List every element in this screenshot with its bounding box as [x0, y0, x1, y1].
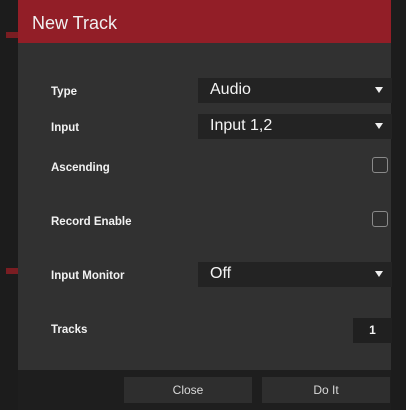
- do-it-button[interactable]: Do It: [262, 377, 390, 403]
- ascending-label: Ascending: [51, 162, 110, 174]
- dialog-title: New Track: [32, 13, 118, 33]
- background-track-marker: [6, 32, 18, 38]
- input-monitor-dropdown[interactable]: Off: [198, 262, 392, 287]
- type-dropdown[interactable]: Audio: [198, 78, 392, 103]
- dialog-title-bar[interactable]: New Track: [18, 0, 391, 43]
- input-value: Input 1,2: [210, 117, 273, 134]
- type-value: Audio: [210, 81, 251, 98]
- new-track-dialog: New Track Type Audio Input Input 1,2 Asc…: [18, 0, 392, 410]
- record-enable-label: Record Enable: [51, 216, 132, 228]
- ascending-checkbox[interactable]: [372, 157, 388, 173]
- chevron-down-icon: [375, 271, 383, 277]
- chevron-down-icon: [375, 123, 383, 129]
- background-track-marker: [6, 268, 18, 274]
- background-panel-left: [0, 0, 18, 410]
- close-button[interactable]: Close: [124, 377, 252, 403]
- record-enable-checkbox[interactable]: [372, 211, 388, 227]
- tracks-count-stepper[interactable]: 1: [353, 318, 392, 343]
- input-monitor-value: Off: [210, 265, 232, 282]
- tracks-label: Tracks: [51, 324, 88, 336]
- input-dropdown[interactable]: Input 1,2: [198, 114, 392, 139]
- input-monitor-label: Input Monitor: [51, 270, 125, 282]
- chevron-down-icon: [375, 87, 383, 93]
- type-label: Type: [51, 86, 77, 98]
- background-panel-right: [391, 0, 406, 410]
- input-label: Input: [51, 122, 80, 134]
